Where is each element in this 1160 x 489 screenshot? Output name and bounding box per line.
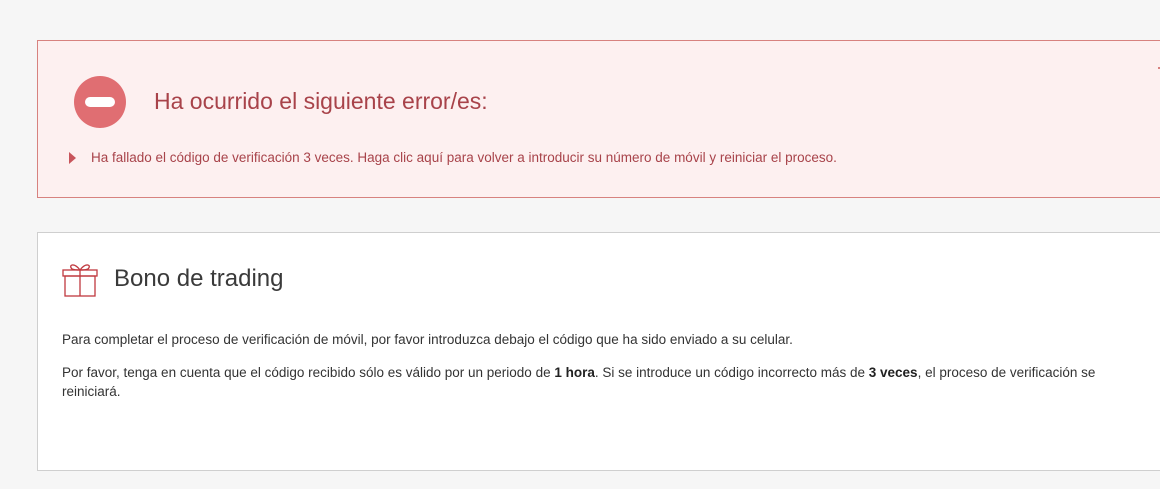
minus-circle-icon (74, 76, 126, 128)
validity-duration: 1 hora (554, 365, 595, 380)
max-attempts: 3 veces (868, 365, 918, 380)
validity-notice: Por favor, tenga en cuenta que el código… (62, 365, 1096, 399)
error-title: Ha ocurrido el siguiente error/es: (154, 88, 488, 114)
gift-icon (62, 264, 98, 297)
caret-right-icon (69, 151, 76, 164)
error-list-item[interactable]: Ha fallado el código de verificación 3 v… (69, 150, 837, 165)
trading-bonus-card: Bono de trading Para completar el proces… (37, 232, 1160, 471)
instruction-text: Para completar el proceso de verificació… (62, 332, 793, 347)
error-message-link[interactable]: Ha fallado el código de verificación 3 v… (91, 150, 837, 165)
card-title: Bono de trading (114, 265, 284, 292)
error-alert: Ha ocurrido el siguiente error/es: Ha fa… (37, 40, 1160, 198)
